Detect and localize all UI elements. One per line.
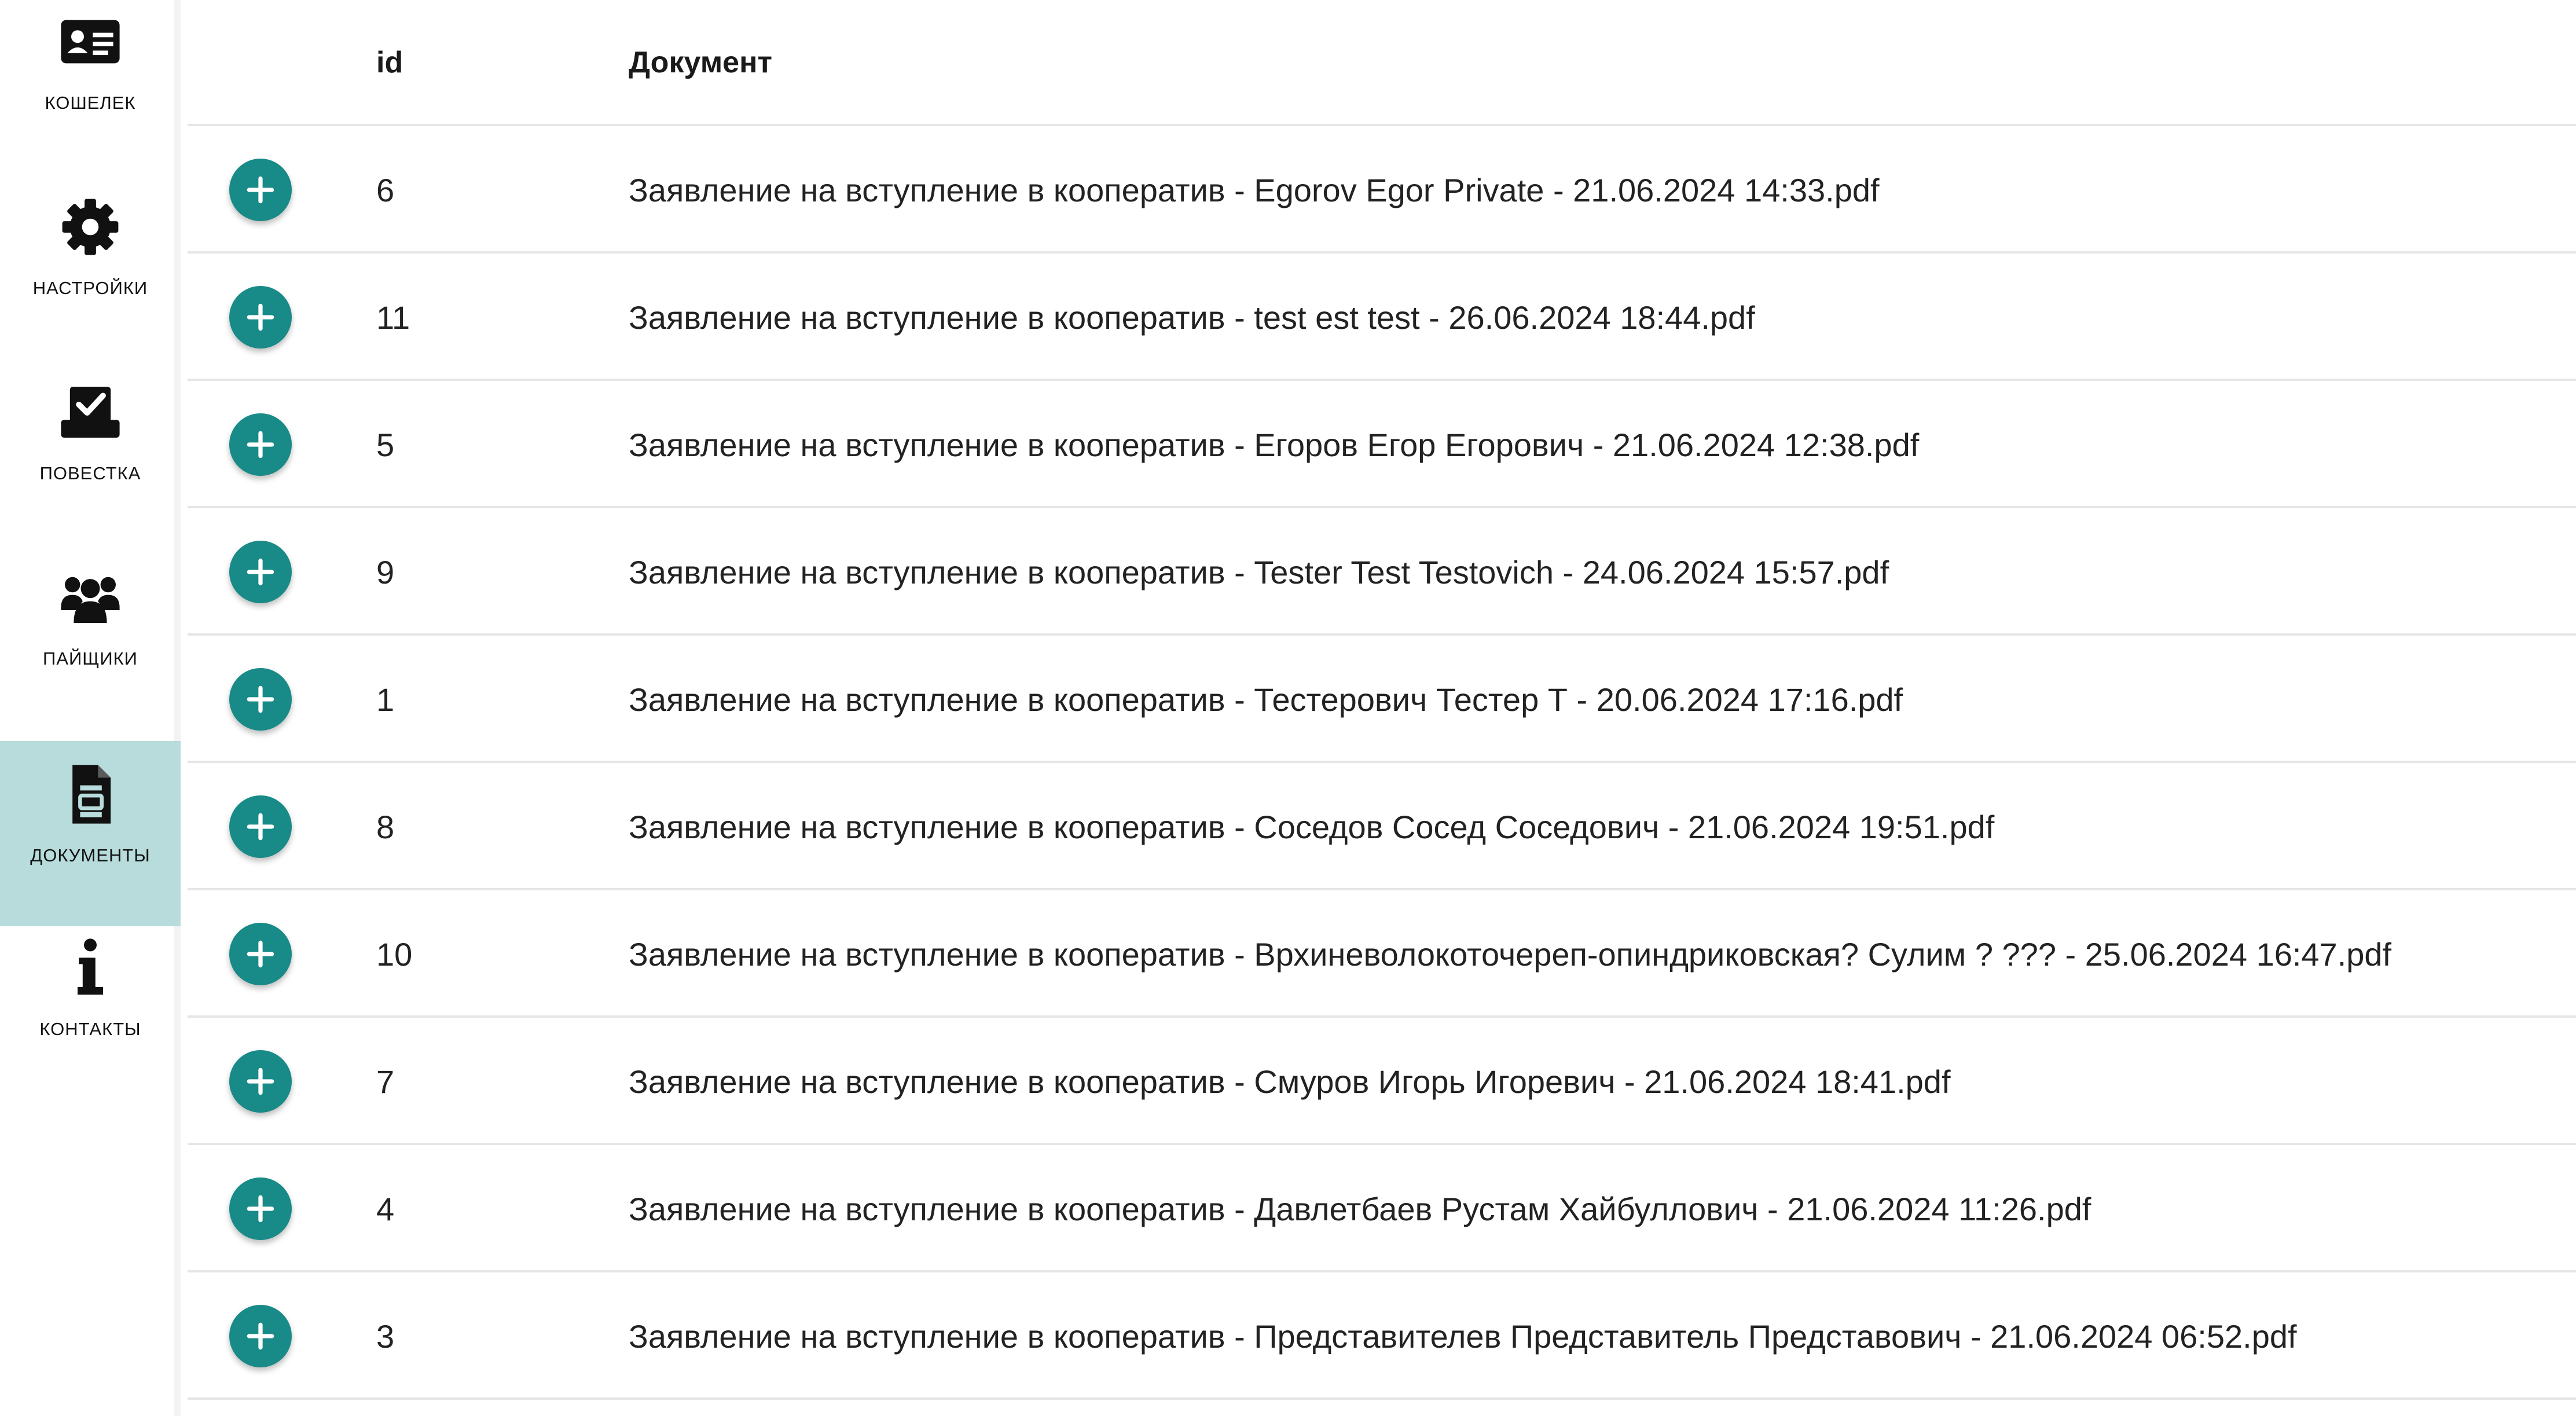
cell-document[interactable]: Заявление на вступление в кооператив - E…: [629, 171, 1880, 209]
add-button[interactable]: [229, 795, 292, 858]
plus-icon: [247, 1067, 274, 1095]
plus-icon: [247, 1322, 274, 1350]
plus-icon: [247, 431, 274, 458]
cell-id: 7: [376, 1063, 395, 1100]
sidebar-item-contacts[interactable]: КОНТАКТЫ: [0, 933, 181, 1118]
gear-icon: [56, 192, 125, 262]
table-row: 10 Заявление на вступление в кооператив …: [188, 890, 2576, 1018]
cell-document[interactable]: Заявление на вступление в кооператив - t…: [629, 299, 1755, 336]
table-row: 7 Заявление на вступление в кооператив -…: [188, 1018, 2576, 1145]
plus-icon: [247, 303, 274, 331]
document-icon: [56, 760, 125, 829]
add-button[interactable]: [229, 286, 292, 349]
cell-document[interactable]: Заявление на вступление в кооператив - С…: [629, 808, 1994, 846]
cell-document[interactable]: Заявление на вступление в кооператив - Д…: [629, 1190, 2091, 1228]
sidebar-item-documents[interactable]: ДОКУМЕНТЫ: [0, 741, 181, 926]
plus-icon: [247, 813, 274, 841]
plus-icon: [247, 558, 274, 586]
table-row: 8 Заявление на вступление в кооператив -…: [188, 763, 2576, 890]
column-header-document[interactable]: Документ: [629, 45, 772, 80]
table-row: 1 Заявление на вступление в кооператив -…: [188, 636, 2576, 763]
sidebar-item-wallet[interactable]: КОШЕЛЕК: [0, 7, 181, 192]
column-header-id[interactable]: id: [376, 45, 403, 80]
cell-id: 11: [376, 299, 410, 336]
sidebar-item-label: КОНТАКТЫ: [39, 1019, 141, 1039]
cell-id: 9: [376, 554, 395, 590]
sidebar-item-label: НАСТРОЙКИ: [32, 278, 148, 298]
wallet-id-card-icon: [56, 7, 125, 76]
cell-id: 3: [376, 1318, 395, 1355]
cell-id: 5: [376, 427, 395, 463]
table-row: 6 Заявление на вступление в кооператив -…: [188, 126, 2576, 254]
cell-id: 8: [376, 809, 395, 845]
add-button[interactable]: [229, 159, 292, 221]
table-row: 9 Заявление на вступление в кооператив -…: [188, 508, 2576, 636]
cell-id: 6: [376, 172, 395, 208]
add-button[interactable]: [229, 668, 292, 731]
cell-document[interactable]: Заявление на вступление в кооператив - П…: [629, 1318, 2297, 1355]
sidebar: КОШЕЛЕК НАСТРОЙКИ ПОВЕСТКА ПАЙЩИКИ ДОКУМ…: [0, 0, 181, 1416]
documents-table: id Документ 6 Заявление на вступление в …: [188, 0, 2576, 1416]
sidebar-item-label: КОШЕЛЕК: [45, 93, 136, 113]
cell-id: 4: [376, 1191, 395, 1227]
table-row: 3 Заявление на вступление в кооператив -…: [188, 1272, 2576, 1400]
ballot-check-icon: [56, 377, 125, 447]
sidebar-item-settings[interactable]: НАСТРОЙКИ: [0, 192, 181, 377]
cell-document[interactable]: Заявление на вступление в кооператив - Т…: [629, 681, 1903, 718]
sidebar-item-members[interactable]: ПАЙЩИКИ: [0, 563, 181, 748]
table-body: 6 Заявление на вступление в кооператив -…: [188, 126, 2576, 1400]
table-header: id Документ: [188, 0, 2576, 126]
add-button[interactable]: [229, 1177, 292, 1240]
plus-icon: [247, 1195, 274, 1223]
add-button[interactable]: [229, 541, 292, 603]
table-row: 11 Заявление на вступление в кооператив …: [188, 254, 2576, 381]
add-button[interactable]: [229, 1050, 292, 1113]
sidebar-item-label: ПОВЕСТКА: [39, 463, 141, 483]
add-button[interactable]: [229, 413, 292, 476]
cell-document[interactable]: Заявление на вступление в кооператив - С…: [629, 1063, 1951, 1100]
people-group-icon: [56, 563, 125, 632]
add-button[interactable]: [229, 1305, 292, 1367]
cell-id: 10: [376, 936, 413, 973]
table-row: 4 Заявление на вступление в кооператив -…: [188, 1145, 2576, 1272]
cell-document[interactable]: Заявление на вступление в кооператив - В…: [629, 936, 2391, 973]
plus-icon: [247, 176, 274, 204]
app-root: КОШЕЛЕК НАСТРОЙКИ ПОВЕСТКА ПАЙЩИКИ ДОКУМ…: [0, 0, 2576, 1416]
info-icon: [56, 933, 125, 1003]
cell-id: 1: [376, 681, 395, 718]
plus-icon: [247, 685, 274, 713]
cell-document[interactable]: Заявление на вступление в кооператив - Е…: [629, 426, 1919, 464]
add-button[interactable]: [229, 923, 292, 985]
cell-document[interactable]: Заявление на вступление в кооператив - T…: [629, 553, 1889, 591]
sidebar-item-label: ПАЙЩИКИ: [43, 648, 138, 669]
sidebar-item-agenda[interactable]: ПОВЕСТКА: [0, 377, 181, 563]
plus-icon: [247, 940, 274, 968]
sidebar-item-label: ДОКУМЕНТЫ: [30, 845, 151, 865]
table-row: 5 Заявление на вступление в кооператив -…: [188, 381, 2576, 508]
